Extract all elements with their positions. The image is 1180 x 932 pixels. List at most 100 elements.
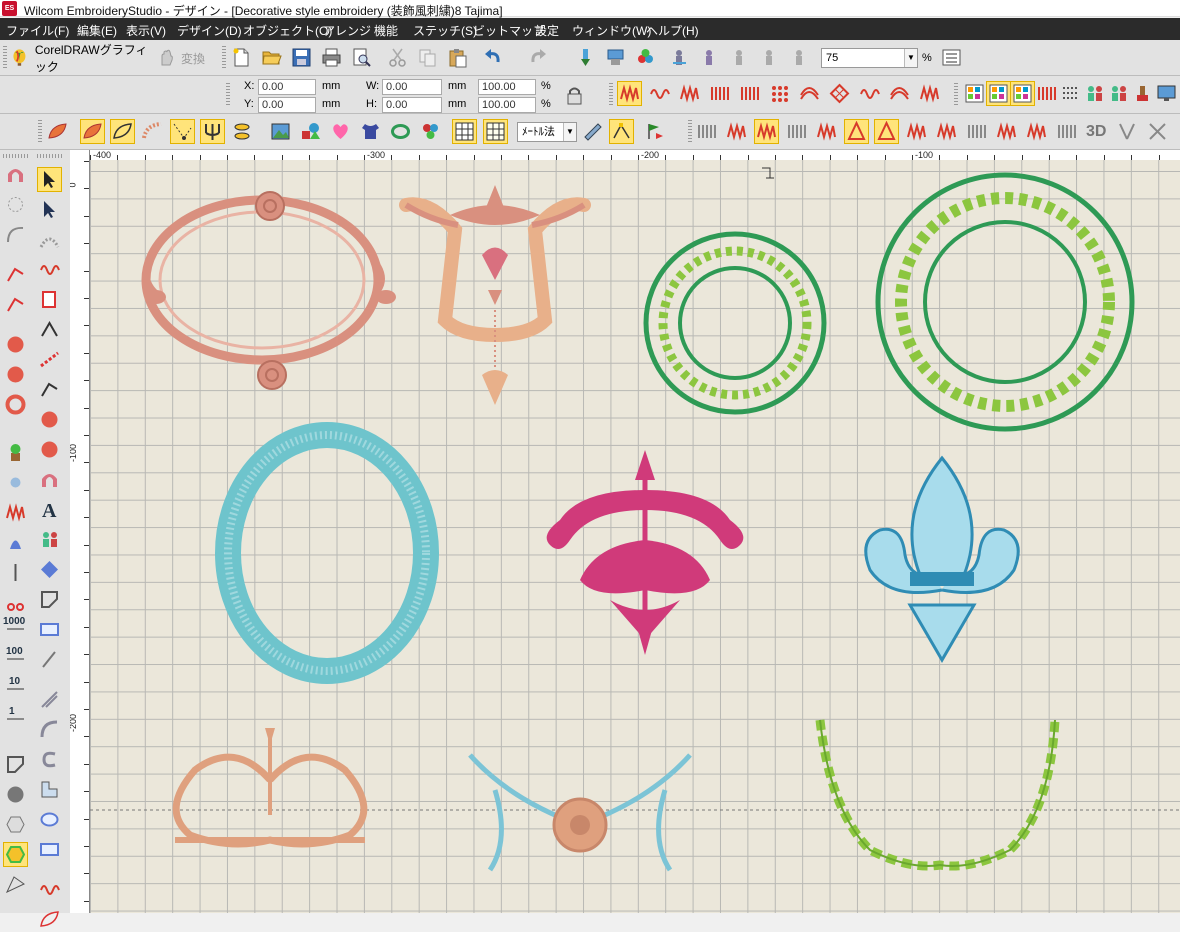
toolbar-grip[interactable] xyxy=(688,120,692,144)
texture-effect-button[interactable] xyxy=(994,119,1019,144)
wave-red-button[interactable] xyxy=(37,257,62,282)
fan-tool-button[interactable] xyxy=(37,227,62,252)
laurel-branch-design[interactable] xyxy=(815,719,1060,871)
circle-red-stripes-button[interactable] xyxy=(3,332,28,357)
large-laurel-wreath-design[interactable] xyxy=(875,172,1135,432)
people-view-button[interactable] xyxy=(1082,81,1107,106)
heart-pattern-button[interactable] xyxy=(328,119,353,144)
fish-tool-button[interactable] xyxy=(230,119,255,144)
grid-show-button[interactable] xyxy=(452,119,477,144)
toolbar-grip[interactable] xyxy=(3,46,7,70)
export-machine-button[interactable] xyxy=(603,45,628,70)
people-group-button[interactable] xyxy=(1106,81,1131,106)
toolbox-grip[interactable] xyxy=(3,154,29,158)
pendant-ornament-design[interactable] xyxy=(399,185,591,405)
coreldraw-graphics-button[interactable]: CorelDRAWグラフィック xyxy=(10,43,152,74)
paste-button[interactable] xyxy=(445,45,470,70)
damask-ornament-design[interactable] xyxy=(546,450,744,655)
node-1b-button[interactable] xyxy=(37,377,62,402)
small-laurel-wreath-design[interactable] xyxy=(643,231,827,415)
toolbar-grip[interactable] xyxy=(609,83,613,107)
menu-item-settings[interactable]: 設定 xyxy=(535,22,559,39)
shapes-tool-button[interactable] xyxy=(298,119,323,144)
toolbar-grip[interactable] xyxy=(226,83,230,107)
menu-item-file[interactable]: ファイル(F) xyxy=(6,22,69,39)
wave-effect-button[interactable] xyxy=(814,119,839,144)
flexi-stitch-button[interactable] xyxy=(887,81,912,106)
grid-effect-button[interactable] xyxy=(694,119,719,144)
slow-redraw-button[interactable] xyxy=(727,45,752,70)
scroll-crown-design[interactable] xyxy=(172,728,368,848)
arc-tool-button[interactable] xyxy=(37,717,62,742)
dropdown-arrow-icon[interactable]: ▼ xyxy=(563,123,576,141)
contour-stitch-button[interactable] xyxy=(797,81,822,106)
text-tool-button[interactable]: A xyxy=(37,497,62,522)
menu-item-object[interactable]: オブジェクト(O) xyxy=(243,22,332,39)
toolbar-grip[interactable] xyxy=(38,120,42,144)
zigzag-effect-button[interactable] xyxy=(904,119,929,144)
zigzag-small-button[interactable] xyxy=(3,500,28,525)
triangle-tool-button[interactable] xyxy=(3,872,28,897)
wand-tool-button[interactable] xyxy=(37,647,62,672)
rectangle-tool-button[interactable] xyxy=(37,617,62,642)
cut-button[interactable] xyxy=(385,45,410,70)
design-properties-button[interactable] xyxy=(962,81,987,106)
height-field[interactable]: 0.00 xyxy=(382,97,442,113)
thread-chart-button[interactable] xyxy=(1034,81,1059,106)
outline-leaf-button[interactable] xyxy=(110,119,135,144)
stitch-player-button[interactable] xyxy=(697,45,722,70)
satin-leaf-alt-button[interactable] xyxy=(80,119,105,144)
y-position-field[interactable]: 0.00 xyxy=(258,97,316,113)
arch-red-button[interactable] xyxy=(3,162,28,187)
measure-tool-button[interactable] xyxy=(580,119,605,144)
dropdown-arrow-icon[interactable]: ▼ xyxy=(904,49,917,67)
design-canvas[interactable] xyxy=(90,160,1180,913)
mirror-effect-button[interactable] xyxy=(1115,119,1140,144)
color-film-button[interactable] xyxy=(986,81,1011,106)
menu-item-functions[interactable]: 機能 xyxy=(374,22,398,39)
hexagon-yellow-button[interactable] xyxy=(3,842,28,867)
column-stitch-button[interactable] xyxy=(707,81,732,106)
cross-effect-button[interactable] xyxy=(1145,119,1170,144)
pattern-stitch-button[interactable] xyxy=(857,81,882,106)
zoom-tool-button[interactable] xyxy=(667,45,692,70)
import-embroidery-button[interactable] xyxy=(573,45,598,70)
needle-tool-button[interactable] xyxy=(3,560,28,585)
leaf-tool-button[interactable] xyxy=(37,907,62,932)
auto-start-end-button[interactable] xyxy=(642,119,667,144)
run-effect-button[interactable] xyxy=(1054,119,1079,144)
ellipse-tool-button[interactable] xyxy=(37,807,62,832)
oval-effect-button[interactable] xyxy=(754,119,779,144)
width-percent-field[interactable]: 100.00 xyxy=(478,79,536,95)
fill-stitch-button[interactable] xyxy=(737,81,762,106)
stitch-list-button[interactable] xyxy=(1058,81,1083,106)
feather-leaf-button[interactable] xyxy=(140,119,165,144)
color-blend-button[interactable] xyxy=(418,119,443,144)
node-1-button[interactable] xyxy=(3,262,28,287)
toolbar-grip[interactable] xyxy=(954,83,958,107)
circle-red-ring-button[interactable] xyxy=(3,392,28,417)
fold-tool-button[interactable] xyxy=(37,777,62,802)
hexagon-tool-button[interactable] xyxy=(3,812,28,837)
node-d-button[interactable] xyxy=(37,287,62,312)
arch-red-b-button[interactable] xyxy=(37,467,62,492)
copy-button[interactable] xyxy=(415,45,440,70)
fleur-de-lis-design[interactable] xyxy=(864,455,1020,663)
run-stitch-button[interactable] xyxy=(677,81,702,106)
arch-outline-button[interactable] xyxy=(3,222,28,247)
arrow-up-effect-button[interactable] xyxy=(874,119,899,144)
column-effect-button[interactable] xyxy=(724,119,749,144)
measure-method-combo[interactable]: ﾒｰﾄﾙ法 ▼ xyxy=(517,122,577,142)
zoom-level-combo[interactable]: 75 ▼ xyxy=(821,48,918,68)
outline-effect-button[interactable] xyxy=(964,119,989,144)
node-arrow-button[interactable] xyxy=(37,317,62,342)
save-button[interactable] xyxy=(289,45,314,70)
circle-red-lace-button[interactable] xyxy=(3,362,28,387)
stitch-1-button[interactable] xyxy=(3,702,28,727)
height-percent-field[interactable]: 100.00 xyxy=(478,97,536,113)
line-effect-button[interactable] xyxy=(1024,119,1049,144)
node-3-button[interactable] xyxy=(3,292,28,317)
select-arrow-button[interactable] xyxy=(37,167,62,192)
convert-button[interactable]: 変換 xyxy=(157,45,215,71)
new-file-button[interactable] xyxy=(229,45,254,70)
